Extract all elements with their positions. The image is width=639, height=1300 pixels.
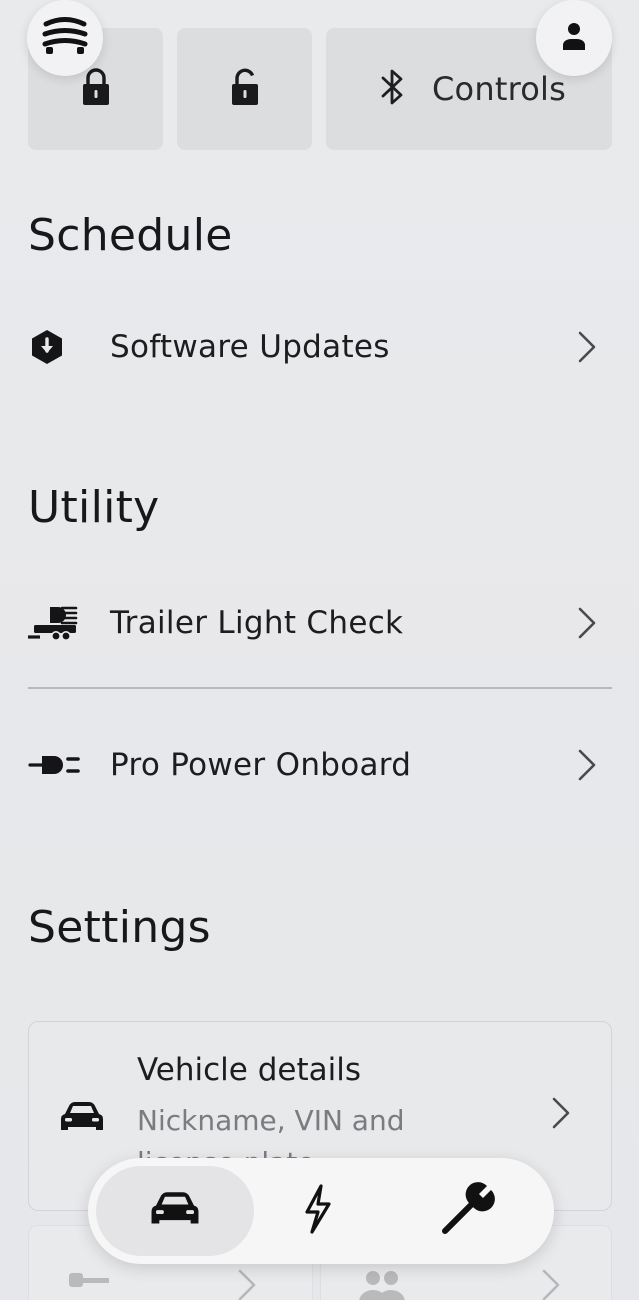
unlock-button[interactable]	[177, 28, 312, 150]
nav-charge-tab[interactable]	[268, 1166, 368, 1256]
utility-heading: Utility	[28, 482, 160, 533]
power-plug-icon	[28, 745, 84, 785]
trailer-light-icon	[28, 603, 84, 643]
schedule-heading: Schedule	[28, 210, 233, 261]
unlock-icon	[230, 67, 260, 111]
chevron-right-icon	[541, 1268, 561, 1300]
chevron-right-icon	[551, 1096, 571, 1134]
wrench-icon	[439, 1181, 497, 1241]
nav-vehicle-tab[interactable]	[96, 1166, 254, 1256]
chevron-right-icon	[237, 1268, 257, 1300]
bottom-navigation	[88, 1158, 554, 1264]
pro-power-onboard-row[interactable]: Pro Power Onboard	[28, 720, 612, 810]
trailer-light-check-row[interactable]: Trailer Light Check	[28, 578, 612, 668]
nav-service-tab[interactable]	[388, 1166, 548, 1256]
vehicle-menu-button[interactable]	[27, 0, 103, 76]
pro-power-onboard-label: Pro Power Onboard	[110, 747, 412, 783]
bluetooth-icon	[380, 67, 406, 111]
settings-heading: Settings	[28, 902, 211, 953]
software-updates-row[interactable]: Software Updates	[28, 302, 612, 392]
divider	[28, 687, 612, 689]
software-updates-label: Software Updates	[110, 329, 390, 365]
car-icon	[148, 1190, 202, 1232]
chevron-right-icon	[572, 745, 602, 785]
chevron-right-icon	[572, 603, 602, 643]
lightning-icon	[301, 1184, 335, 1238]
people-icon	[359, 1268, 405, 1300]
trailer-light-check-label: Trailer Light Check	[110, 605, 404, 641]
vehicle-menu-icon	[42, 16, 88, 60]
software-update-icon	[28, 327, 84, 367]
lock-icon	[81, 67, 111, 111]
chevron-right-icon	[572, 327, 602, 367]
vehicle-details-title: Vehicle details	[137, 1052, 361, 1088]
key-icon	[67, 1270, 111, 1296]
profile-button[interactable]	[536, 0, 612, 76]
car-icon	[59, 1100, 105, 1138]
person-icon	[562, 21, 586, 55]
controls-label: Controls	[432, 70, 566, 108]
